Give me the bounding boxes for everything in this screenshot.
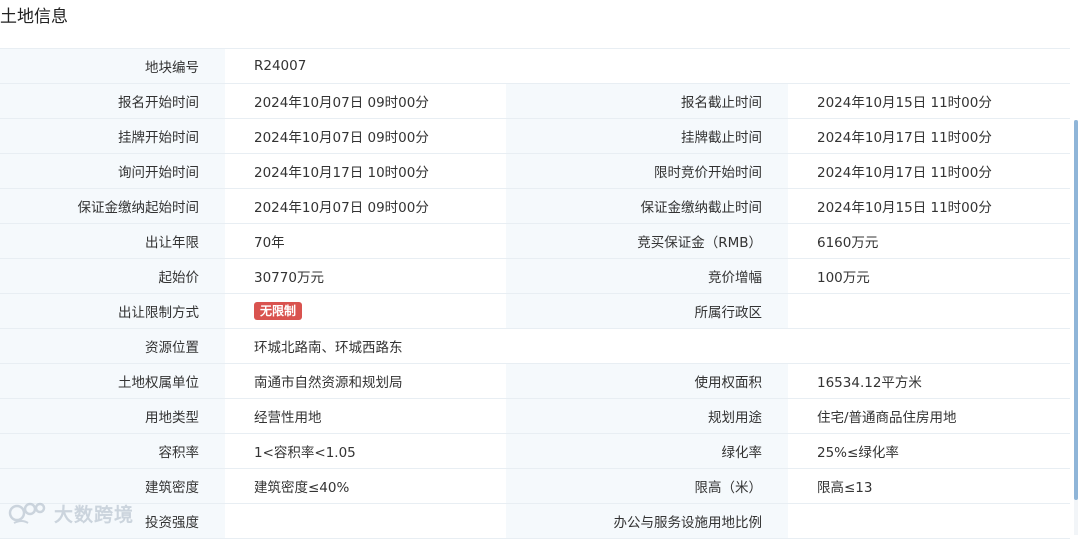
- field-value: [788, 503, 1070, 539]
- table-row: 投资强度 办公与服务设施用地比例: [0, 503, 1070, 539]
- table-row: 容积率 1<容积率<1.05 绿化率 25%≤绿化率: [0, 433, 1070, 469]
- field-label: 保证金缴纳截止时间: [506, 188, 788, 224]
- field-label: 容积率: [0, 433, 225, 469]
- field-label: 所属行政区: [506, 293, 788, 329]
- field-value: 2024年10月15日 11时00分: [788, 83, 1070, 119]
- field-value: 2024年10月17日 11时00分: [788, 153, 1070, 189]
- field-value: 住宅/普通商品住房用地: [788, 398, 1070, 434]
- field-label: 竞价增幅: [506, 258, 788, 294]
- field-value: 1<容积率<1.05: [225, 433, 506, 469]
- field-value: [225, 503, 506, 539]
- table-row: 用地类型 经营性用地 规划用途 住宅/普通商品住房用地: [0, 398, 1070, 434]
- field-label: 竞买保证金（RMB）: [506, 223, 788, 259]
- field-value: 6160万元: [788, 223, 1070, 259]
- field-label: 规划用途: [506, 398, 788, 434]
- field-label: 使用权面积: [506, 363, 788, 399]
- field-label: 出让限制方式: [0, 293, 225, 329]
- field-label: 用地类型: [0, 398, 225, 434]
- field-label: 限时竞价开始时间: [506, 153, 788, 189]
- field-value: 2024年10月17日 10时00分: [225, 153, 506, 189]
- field-label: 起始价: [0, 258, 225, 294]
- field-label: 询问开始时间: [0, 153, 225, 189]
- field-label: 办公与服务设施用地比例: [506, 503, 788, 539]
- field-label: 资源位置: [0, 328, 225, 364]
- field-label: 报名开始时间: [0, 83, 225, 119]
- table-row: 地块编号 R24007: [0, 48, 1070, 84]
- vertical-scrollbar[interactable]: [1074, 120, 1078, 535]
- land-info-table: 地块编号 R24007 报名开始时间 2024年10月07日 09时00分 报名…: [0, 48, 1070, 539]
- table-row: 询问开始时间 2024年10月17日 10时00分 限时竞价开始时间 2024年…: [0, 153, 1070, 189]
- field-label: 挂牌截止时间: [506, 118, 788, 154]
- field-label: 土地权属单位: [0, 363, 225, 399]
- field-value: [788, 293, 1070, 329]
- field-value: R24007: [225, 48, 1070, 84]
- field-value: 经营性用地: [225, 398, 506, 434]
- field-value: 2024年10月15日 11时00分: [788, 188, 1070, 224]
- field-value: 建筑密度≤40%: [225, 468, 506, 504]
- field-label: 绿化率: [506, 433, 788, 469]
- table-row: 保证金缴纳起始时间 2024年10月07日 09时00分 保证金缴纳截止时间 2…: [0, 188, 1070, 224]
- field-value: 30770万元: [225, 258, 506, 294]
- page-title: 土地信息: [0, 7, 68, 27]
- table-row: 土地权属单位 南通市自然资源和规划局 使用权面积 16534.12平方米: [0, 363, 1070, 399]
- field-value: 2024年10月17日 11时00分: [788, 118, 1070, 154]
- field-label: 建筑密度: [0, 468, 225, 504]
- table-row: 挂牌开始时间 2024年10月07日 09时00分 挂牌截止时间 2024年10…: [0, 118, 1070, 154]
- field-label: 挂牌开始时间: [0, 118, 225, 154]
- table-row: 报名开始时间 2024年10月07日 09时00分 报名截止时间 2024年10…: [0, 83, 1070, 119]
- table-row: 出让限制方式 无限制 所属行政区: [0, 293, 1070, 329]
- field-value: 2024年10月07日 09时00分: [225, 188, 506, 224]
- field-label: 限高（米）: [506, 468, 788, 504]
- field-value: 100万元: [788, 258, 1070, 294]
- table-row: 起始价 30770万元 竞价增幅 100万元: [0, 258, 1070, 294]
- table-row: 资源位置 环城北路南、环城西路东: [0, 328, 1070, 364]
- scrollbar-thumb[interactable]: [1074, 120, 1078, 500]
- field-value: 70年: [225, 223, 506, 259]
- field-value: 2024年10月07日 09时00分: [225, 118, 506, 154]
- table-row: 建筑密度 建筑密度≤40% 限高（米） 限高≤13: [0, 468, 1070, 504]
- field-label: 地块编号: [0, 48, 225, 84]
- field-label: 保证金缴纳起始时间: [0, 188, 225, 224]
- field-label: 投资强度: [0, 503, 225, 539]
- field-value: 16534.12平方米: [788, 363, 1070, 399]
- field-value: 2024年10月07日 09时00分: [225, 83, 506, 119]
- field-value: 限高≤13: [788, 468, 1070, 504]
- field-label: 出让年限: [0, 223, 225, 259]
- field-value: 25%≤绿化率: [788, 433, 1070, 469]
- field-value: 环城北路南、环城西路东: [225, 328, 1070, 364]
- field-label: 报名截止时间: [506, 83, 788, 119]
- table-row: 出让年限 70年 竞买保证金（RMB） 6160万元: [0, 223, 1070, 259]
- restriction-badge: 无限制: [254, 302, 303, 320]
- field-value: 南通市自然资源和规划局: [225, 363, 506, 399]
- field-value: 无限制: [225, 293, 506, 329]
